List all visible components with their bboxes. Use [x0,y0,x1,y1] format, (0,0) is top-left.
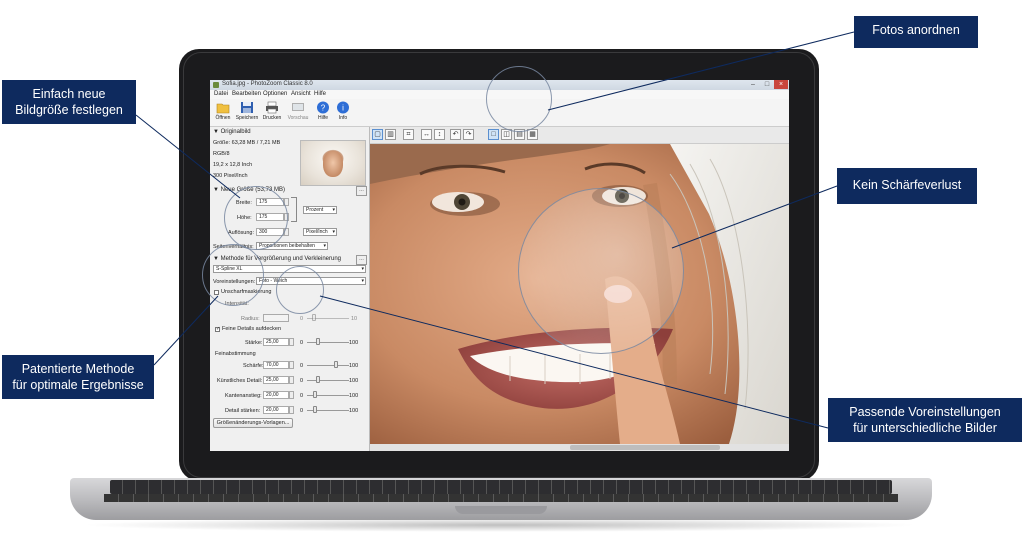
connector-presets [319,295,829,429]
connector-sharpness [671,185,838,249]
connector-resize [135,114,241,199]
callout-method: Patentierte Methode für optimale Ergebni… [2,355,154,399]
callout-arrange: Fotos anordnen [854,16,978,48]
callout-sharpness: Kein Schärfeverlust [837,168,977,204]
connector-arrange [547,31,855,111]
callout-resize: Einfach neue Bildgröße festlegen [2,80,136,124]
callout-presets: Passende Voreinstellungen für unterschie… [828,398,1022,442]
callout-connectors [135,31,855,429]
connector-method [153,295,219,366]
